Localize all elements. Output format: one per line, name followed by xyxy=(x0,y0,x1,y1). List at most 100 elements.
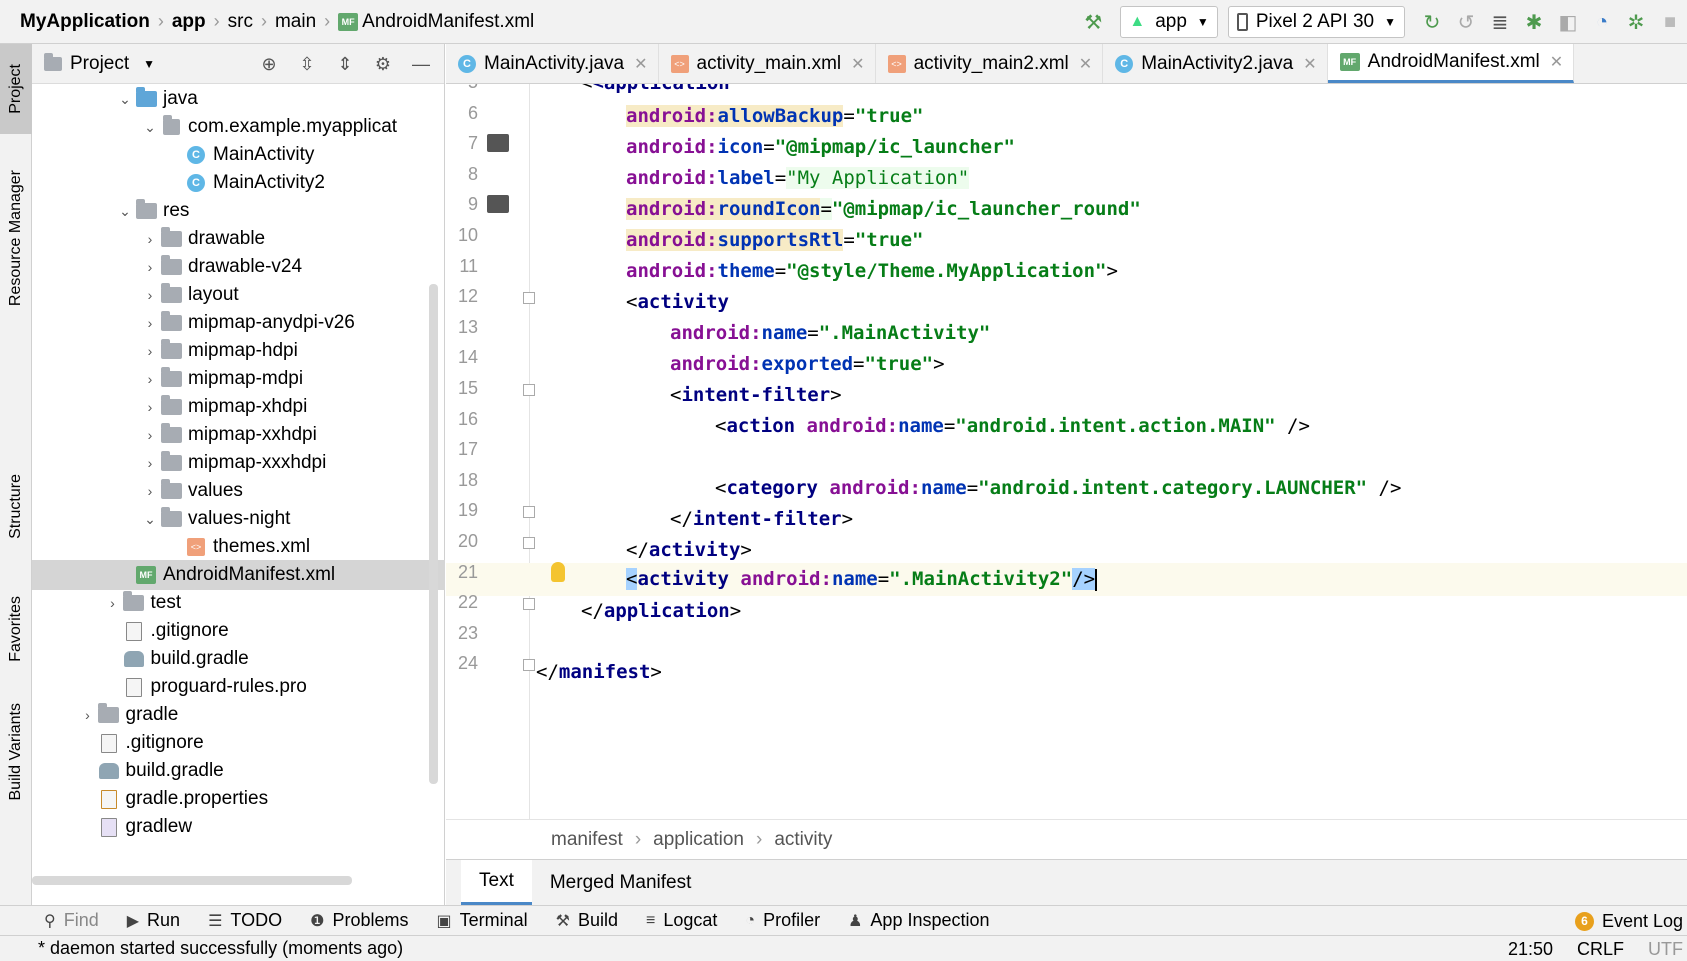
file-encoding[interactable]: UTF xyxy=(1648,939,1683,960)
apply-changes-icon[interactable]: ↺ xyxy=(1449,5,1483,39)
editor-tab[interactable]: <> activity_main2.xml ✕ xyxy=(876,44,1104,83)
breadcrumb-item[interactable]: main xyxy=(273,11,318,33)
tool-window-build[interactable]: ⚒ Build xyxy=(542,910,632,931)
vertical-scrollbar[interactable] xyxy=(429,284,438,784)
chevron-right-icon[interactable]: › xyxy=(140,259,160,275)
tree-item[interactable]: ⌄ java xyxy=(32,84,445,114)
tool-window-find[interactable]: ⚲ Find xyxy=(30,910,113,931)
code-editor[interactable]: <<application android:allowBackup="true"… xyxy=(446,84,1687,819)
tab-favorites[interactable]: Favorites xyxy=(0,579,32,679)
tree-item[interactable]: ⌄ com.example.myapplicat xyxy=(32,112,445,142)
attach-debugger-icon[interactable]: ◧ xyxy=(1551,5,1585,39)
horizontal-scrollbar[interactable] xyxy=(32,876,352,885)
breadcrumb-item[interactable]: MyApplication xyxy=(18,11,152,33)
close-icon[interactable]: ✕ xyxy=(1079,54,1092,74)
manifest-view-tab[interactable]: Text xyxy=(461,860,532,905)
tool-window-todo[interactable]: ☰ TODO xyxy=(194,910,296,931)
chevron-right-icon[interactable]: › xyxy=(140,427,160,443)
tab-build-variants[interactable]: Build Variants xyxy=(0,694,32,809)
editor-tab[interactable]: C MainActivity.java ✕ xyxy=(446,44,659,83)
chevron-down-icon[interactable]: ⌄ xyxy=(140,511,160,528)
tree-item[interactable]: › mipmap-xxxhdpi xyxy=(32,448,445,478)
fold-toggle-icon[interactable] xyxy=(523,506,535,519)
chevron-down-icon[interactable]: ⌄ xyxy=(140,119,160,136)
xml-breadcrumb-item[interactable]: manifest xyxy=(551,829,623,851)
fold-toggle-icon[interactable] xyxy=(523,598,535,611)
fold-toggle-icon[interactable] xyxy=(523,384,535,396)
tree-item[interactable]: build.gradle xyxy=(32,756,445,786)
apply-code-changes-icon[interactable]: ≣ xyxy=(1483,5,1517,39)
editor-tab[interactable]: MF AndroidManifest.xml ✕ xyxy=(1327,44,1575,83)
breadcrumb-item[interactable]: MF AndroidManifest.xml xyxy=(336,11,536,33)
tree-item[interactable]: ⌄ values-night xyxy=(32,504,445,534)
close-icon[interactable]: ✕ xyxy=(1550,52,1563,72)
tree-item[interactable]: › mipmap-hdpi xyxy=(32,336,445,366)
chevron-right-icon[interactable]: › xyxy=(140,343,160,359)
tree-item[interactable]: › drawable-v24 xyxy=(32,252,445,282)
chevron-down-icon[interactable]: ⌄ xyxy=(115,91,135,108)
tree-item[interactable]: › test xyxy=(32,588,445,618)
collapse-all-icon[interactable]: ⇕ xyxy=(326,47,364,81)
breadcrumb-item[interactable]: src xyxy=(226,11,255,33)
tool-window-terminal[interactable]: ▣ Terminal xyxy=(422,910,541,931)
device-select[interactable]: Pixel 2 API 30 ▼ xyxy=(1227,6,1405,38)
debug-icon[interactable]: ✱ xyxy=(1517,5,1551,39)
run-config-select[interactable]: ▲ app ▼ xyxy=(1120,6,1218,38)
close-icon[interactable]: ✕ xyxy=(851,54,864,74)
fold-toggle-icon[interactable] xyxy=(523,537,535,549)
tab-structure[interactable]: Structure xyxy=(0,459,32,554)
chevron-right-icon[interactable]: › xyxy=(140,483,160,499)
tree-item[interactable]: › mipmap-xhdpi xyxy=(32,392,445,422)
editor-tab[interactable]: C MainActivity2.java ✕ xyxy=(1103,44,1328,83)
tree-item[interactable]: MF AndroidManifest.xml xyxy=(32,560,445,590)
tree-item[interactable]: .gitignore xyxy=(32,728,445,758)
line-separator[interactable]: CRLF xyxy=(1577,939,1624,960)
xml-breadcrumb-item[interactable]: application xyxy=(653,829,744,851)
chevron-right-icon[interactable]: › xyxy=(103,595,123,611)
stop-icon[interactable]: ■ xyxy=(1653,5,1687,39)
status-message[interactable]: * daemon started successfully (moments a… xyxy=(0,938,403,959)
tool-window-profiler[interactable]: ◔ Profiler xyxy=(731,910,834,931)
fold-toggle-icon[interactable] xyxy=(523,659,535,672)
event-log-button[interactable]: 6 Event Log xyxy=(1574,906,1683,936)
tree-item[interactable]: › values xyxy=(32,476,445,506)
tree-item[interactable]: proguard-rules.pro xyxy=(32,672,445,702)
tree-item[interactable]: ⌄ res xyxy=(32,196,445,226)
chevron-right-icon[interactable]: › xyxy=(140,315,160,331)
chevron-down-icon[interactable]: ⌄ xyxy=(115,203,135,220)
xml-breadcrumb-item[interactable]: activity xyxy=(774,829,832,851)
tree-item[interactable]: › drawable xyxy=(32,224,445,254)
tool-window-run[interactable]: ▶ Run xyxy=(113,910,194,931)
profile-icon[interactable]: ◔ xyxy=(1585,5,1619,39)
build-hammer-icon[interactable]: ⚒ xyxy=(1076,5,1110,39)
tree-item[interactable]: C MainActivity xyxy=(32,140,445,170)
tree-item[interactable]: › gradle xyxy=(32,700,445,730)
tree-item[interactable]: <> themes.xml xyxy=(32,532,445,562)
expand-all-icon[interactable]: ⇳ xyxy=(288,47,326,81)
tool-window-logcat[interactable]: ≡ Logcat xyxy=(632,910,731,931)
tree-item[interactable]: › mipmap-xxhdpi xyxy=(32,420,445,450)
chevron-right-icon[interactable]: › xyxy=(140,371,160,387)
caret-position[interactable]: 21:50 xyxy=(1508,939,1553,960)
tab-resource-manager[interactable]: Resource Manager xyxy=(0,156,32,321)
close-icon[interactable]: ✕ xyxy=(1303,54,1316,74)
chevron-right-icon[interactable]: › xyxy=(140,455,160,471)
locate-icon[interactable]: ⊕ xyxy=(250,47,288,81)
tree-item[interactable]: › layout xyxy=(32,280,445,310)
tree-item[interactable]: › mipmap-anydpi-v26 xyxy=(32,308,445,338)
project-view-select[interactable]: Project xyxy=(70,53,129,75)
tool-window-app-inspection[interactable]: ♟ App Inspection xyxy=(834,910,1003,931)
tab-project[interactable]: Project xyxy=(0,44,32,134)
chevron-right-icon[interactable]: › xyxy=(140,231,160,247)
debug-attach-icon[interactable]: ✲ xyxy=(1619,5,1653,39)
close-icon[interactable]: ✕ xyxy=(634,54,647,74)
tree-item[interactable]: build.gradle xyxy=(32,644,445,674)
tree-item[interactable]: gradle.properties xyxy=(32,784,445,814)
rerun-icon[interactable]: ↻ xyxy=(1415,5,1449,39)
chevron-right-icon[interactable]: › xyxy=(140,287,160,303)
tree-item[interactable]: .gitignore xyxy=(32,616,445,646)
tree-item[interactable]: gradlew xyxy=(32,812,445,842)
chevron-right-icon[interactable]: › xyxy=(140,399,160,415)
lightbulb-icon[interactable] xyxy=(551,561,565,582)
minimize-icon[interactable]: — xyxy=(402,47,440,81)
